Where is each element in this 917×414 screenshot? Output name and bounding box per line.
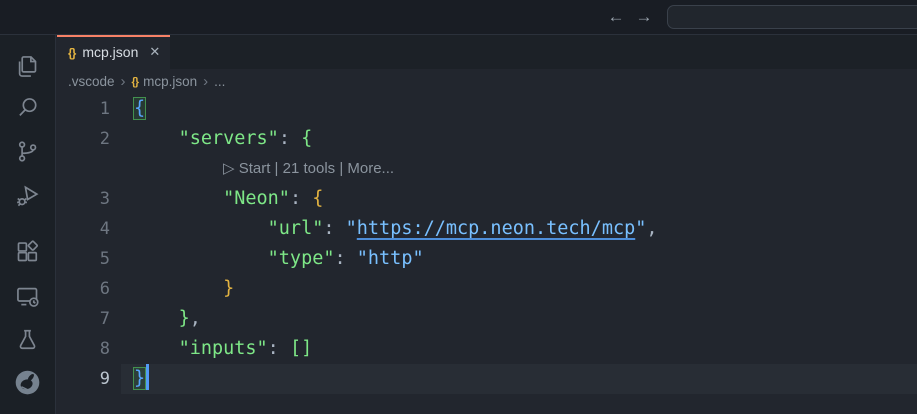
code-token: { — [312, 188, 323, 209]
code-line-3[interactable]: 3 "Neon": { — [57, 184, 917, 214]
line-number: 6 — [57, 274, 110, 304]
code-token: : — [290, 188, 301, 209]
editor-group: {} mcp.json ✕ .vscode › {} mcp.json › ..… — [57, 35, 917, 414]
code-token: } — [179, 308, 190, 329]
line-number: 7 — [57, 304, 110, 334]
line-number: 9 — [57, 364, 110, 394]
text-cursor — [146, 364, 149, 390]
code-token — [346, 248, 357, 269]
code-token — [134, 218, 268, 239]
run-and-debug-icon[interactable] — [14, 183, 41, 210]
code-token: : — [268, 338, 279, 359]
forward-arrow-icon[interactable]: → — [632, 0, 656, 34]
url-link[interactable]: https://mcp.neon.tech/mcp — [357, 218, 635, 239]
line-number: 3 — [57, 184, 110, 214]
breadcrumb-symbol[interactable]: ... — [214, 74, 225, 89]
code-token: , — [190, 308, 201, 329]
search-icon[interactable] — [14, 94, 41, 121]
remote-explorer-icon[interactable] — [14, 283, 41, 310]
code-token: "type" — [268, 248, 335, 269]
code-token: " — [346, 218, 357, 239]
chevron-right-icon: › — [121, 74, 126, 89]
rabbit-extension-icon[interactable] — [14, 369, 41, 396]
code-line-7[interactable]: 7 }, — [57, 304, 917, 334]
code-line-8[interactable]: 8 "inputs": [] — [57, 334, 917, 364]
code-token: [] — [290, 338, 312, 359]
code-token — [290, 128, 301, 149]
code-token: } — [223, 278, 234, 299]
code-token: : — [279, 128, 290, 149]
back-arrow-icon[interactable]: ← — [604, 0, 628, 34]
json-braces-icon: {} — [132, 76, 139, 88]
code-token: "http" — [357, 248, 424, 269]
code-text: }, — [134, 304, 201, 334]
code-line-9[interactable]: 9} — [57, 364, 917, 394]
tab-mcp-json[interactable]: {} mcp.json ✕ — [57, 35, 170, 69]
breadcrumb-folder[interactable]: .vscode — [68, 74, 115, 89]
current-line-highlight — [121, 364, 917, 394]
code-text: { — [134, 94, 145, 124]
code-text: "inputs": [] — [134, 334, 312, 364]
line-number: 4 — [57, 214, 110, 244]
code-text: "servers": { — [134, 124, 312, 154]
breadcrumb: .vscode › {} mcp.json › ... — [57, 69, 917, 94]
json-braces-icon: {} — [68, 46, 75, 60]
tab-bar: {} mcp.json ✕ — [57, 35, 917, 69]
code-token — [134, 308, 179, 329]
code-line-6[interactable]: 6 } — [57, 274, 917, 304]
code-line-4[interactable]: 4 "url": "https://mcp.neon.tech/mcp", — [57, 214, 917, 244]
tab-label: mcp.json — [82, 44, 138, 60]
code-token: "url" — [268, 218, 324, 239]
code-token: , — [646, 218, 657, 239]
line-number: 5 — [57, 244, 110, 274]
explorer-icon[interactable] — [14, 53, 41, 80]
code-token — [134, 188, 223, 209]
codelens-actions[interactable]: ▷ Start | 21 tools | More... — [57, 154, 917, 184]
extensions-icon[interactable] — [14, 238, 41, 265]
code-token: } — [134, 368, 145, 389]
code-text: } — [134, 274, 234, 304]
code-token: : — [323, 218, 334, 239]
chevron-right-icon: › — [203, 74, 208, 89]
code-text: "type": "http" — [134, 244, 424, 274]
code-token: "Neon" — [223, 188, 290, 209]
testing-beaker-icon[interactable] — [14, 326, 41, 353]
tab-close-icon[interactable]: ✕ — [149, 44, 160, 60]
code-token: : — [334, 248, 345, 269]
code-token — [134, 248, 268, 269]
code-token: "inputs" — [179, 338, 268, 359]
line-number: 1 — [57, 94, 110, 124]
code-token — [134, 128, 179, 149]
code-line-2[interactable]: 2 "servers": { — [57, 124, 917, 154]
code-token — [134, 338, 179, 359]
code-text: "Neon": { — [134, 184, 323, 214]
code-token: "servers" — [179, 128, 279, 149]
code-token — [301, 188, 312, 209]
line-number: 2 — [57, 124, 110, 154]
activity-bar — [0, 35, 56, 414]
source-control-icon[interactable] — [14, 138, 41, 165]
title-bar: ← → — [0, 0, 917, 35]
code-lines: 1{2 "servers": {▷ Start | 21 tools | Mor… — [57, 94, 917, 394]
code-editor[interactable]: 1{2 "servers": {▷ Start | 21 tools | Mor… — [57, 94, 917, 414]
code-token — [279, 338, 290, 359]
breadcrumb-file[interactable]: mcp.json — [143, 74, 197, 89]
code-line-5[interactable]: 5 "type": "http" — [57, 244, 917, 274]
code-token — [134, 278, 223, 299]
code-text: "url": "https://mcp.neon.tech/mcp", — [134, 214, 658, 244]
code-token: " — [635, 218, 646, 239]
code-token — [335, 218, 346, 239]
code-token: { — [134, 98, 145, 119]
code-text: } — [134, 364, 149, 394]
code-line-1[interactable]: 1{ — [57, 94, 917, 124]
line-number: 8 — [57, 334, 110, 364]
code-token: { — [301, 128, 312, 149]
command-center-search-box[interactable] — [667, 5, 917, 29]
